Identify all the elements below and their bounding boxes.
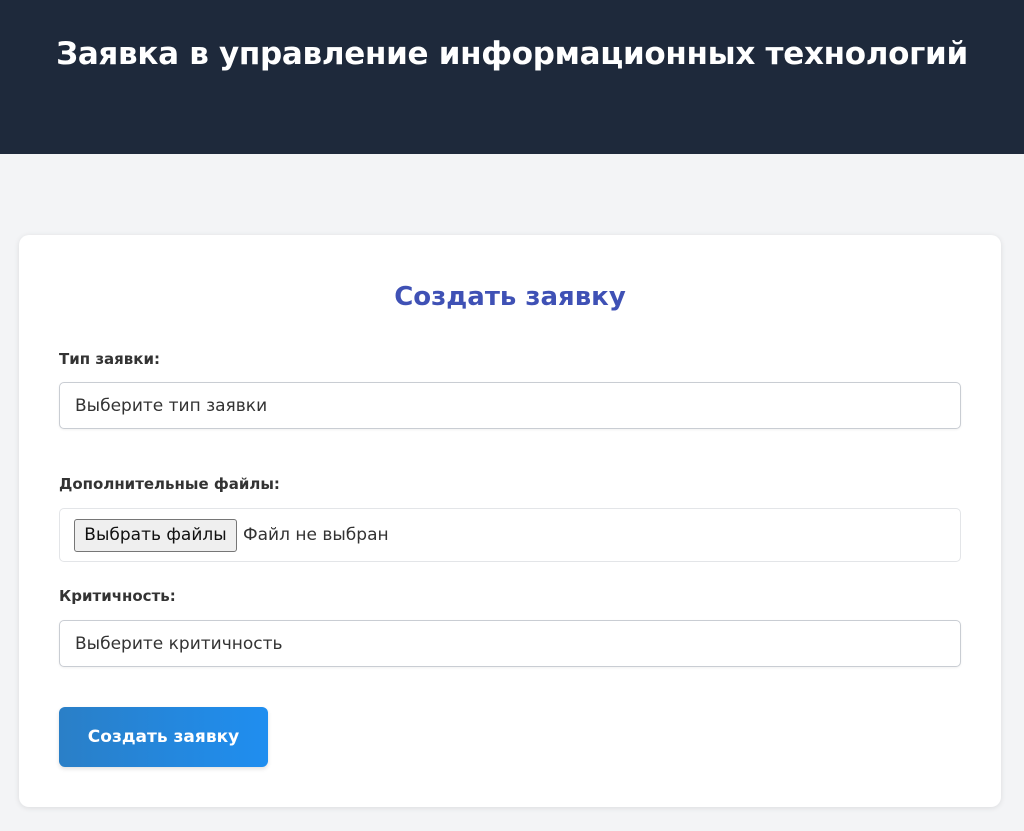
- request-type-select-value: Выберите тип заявки: [75, 396, 268, 416]
- priority-select[interactable]: Выберите критичность: [59, 620, 961, 667]
- files-input[interactable]: Выбрать файлы Файл не выбран: [59, 508, 961, 562]
- request-form-card: Создать заявку Тип заявки: Выберите тип …: [19, 235, 1001, 807]
- file-status-text: Файл не выбран: [243, 525, 389, 545]
- page-title: Заявка в управление информационных техно…: [56, 36, 968, 72]
- files-label: Дополнительные файлы:: [59, 475, 280, 493]
- page-header: Заявка в управление информационных техно…: [0, 0, 1024, 154]
- request-type-select[interactable]: Выберите тип заявки: [59, 382, 961, 429]
- form-title: Создать заявку: [394, 282, 626, 312]
- priority-label: Критичность:: [59, 587, 176, 605]
- create-request-button[interactable]: Создать заявку: [59, 707, 268, 767]
- choose-files-button[interactable]: Выбрать файлы: [74, 519, 237, 552]
- request-type-label: Тип заявки:: [59, 350, 160, 368]
- priority-select-value: Выберите критичность: [75, 634, 283, 654]
